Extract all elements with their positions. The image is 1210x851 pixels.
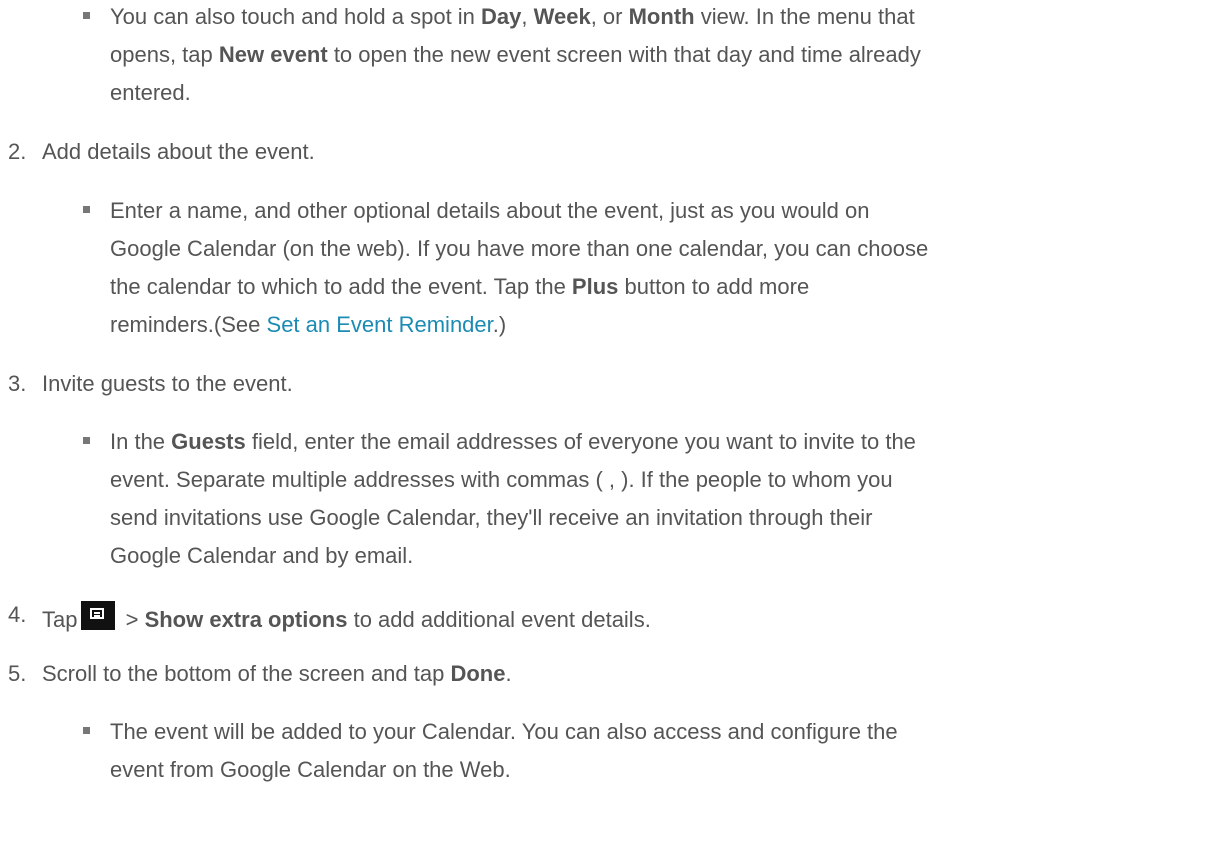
menu-icon <box>81 601 116 630</box>
bullet2-line2: Google Calendar (on the web). If you hav… <box>110 236 929 261</box>
text: > <box>119 607 145 632</box>
text: to add additional event details. <box>347 607 651 632</box>
text: to open the new event screen with that d… <box>327 42 921 67</box>
bullet1-line2: opens, tap New event to open the new eve… <box>110 41 921 69</box>
text: button to add more <box>618 274 810 299</box>
bullet3-line1: In the Guests field, enter the email add… <box>110 428 916 456</box>
bullet3-line2: event. Separate multiple addresses with … <box>110 467 893 492</box>
bullet5-line1: The event will be added to your Calendar… <box>110 719 898 744</box>
text: You can also touch and hold a spot in <box>110 4 482 29</box>
bullet3-line4: Google Calendar and by email. <box>110 543 414 568</box>
bullet5-line2: event from Google Calendar on the Web. <box>110 757 511 782</box>
text: Tap <box>42 607 78 632</box>
text: .) <box>492 312 507 337</box>
text: field, enter the email addresses of ever… <box>245 429 916 454</box>
show-extra-options-label: Show extra options <box>144 607 348 632</box>
text: reminders.(See <box>110 312 267 337</box>
bullet1-line3: entered. <box>110 80 191 105</box>
new-event-label: New event <box>218 42 328 67</box>
done-label: Done <box>450 661 506 686</box>
set-event-reminder-link[interactable]: Set an Event Reminder <box>267 312 493 337</box>
bullet-marker <box>83 12 90 19</box>
week-label: Week <box>533 4 591 29</box>
bullet2-line4: reminders.(See Set an Event Reminder.) <box>110 311 506 339</box>
guests-label: Guests <box>171 429 246 454</box>
day-label: Day <box>481 4 522 29</box>
text: . <box>505 661 512 686</box>
text: , or <box>590 4 629 29</box>
text: opens, tap <box>110 42 219 67</box>
bullet-marker <box>83 727 90 734</box>
bullet3-line3: send invitations use Google Calendar, th… <box>110 505 873 530</box>
bullet2-line1: Enter a name, and other optional details… <box>110 198 870 223</box>
text: In the <box>110 429 172 454</box>
text: Scroll to the bottom of the screen and t… <box>42 661 451 686</box>
bullet-marker <box>83 206 90 213</box>
month-label: Month <box>628 4 695 29</box>
step5-text: Scroll to the bottom of the screen and t… <box>42 660 512 688</box>
bullet1-line1: You can also touch and hold a spot in Da… <box>110 3 915 31</box>
text: the calendar to which to add the event. … <box>110 274 572 299</box>
document-page: You can also touch and hold a spot in Da… <box>0 0 1210 851</box>
text: , <box>521 4 534 29</box>
plus-label: Plus <box>571 274 619 299</box>
step4-text: Tap > Show extra options to add addition… <box>42 601 651 634</box>
text: view. In the menu that <box>694 4 915 29</box>
step3-text: Invite guests to the event. <box>42 371 293 396</box>
bullet2-line3: the calendar to which to add the event. … <box>110 273 809 301</box>
bullet-marker <box>83 437 90 444</box>
step2-text: Add details about the event. <box>42 139 315 164</box>
